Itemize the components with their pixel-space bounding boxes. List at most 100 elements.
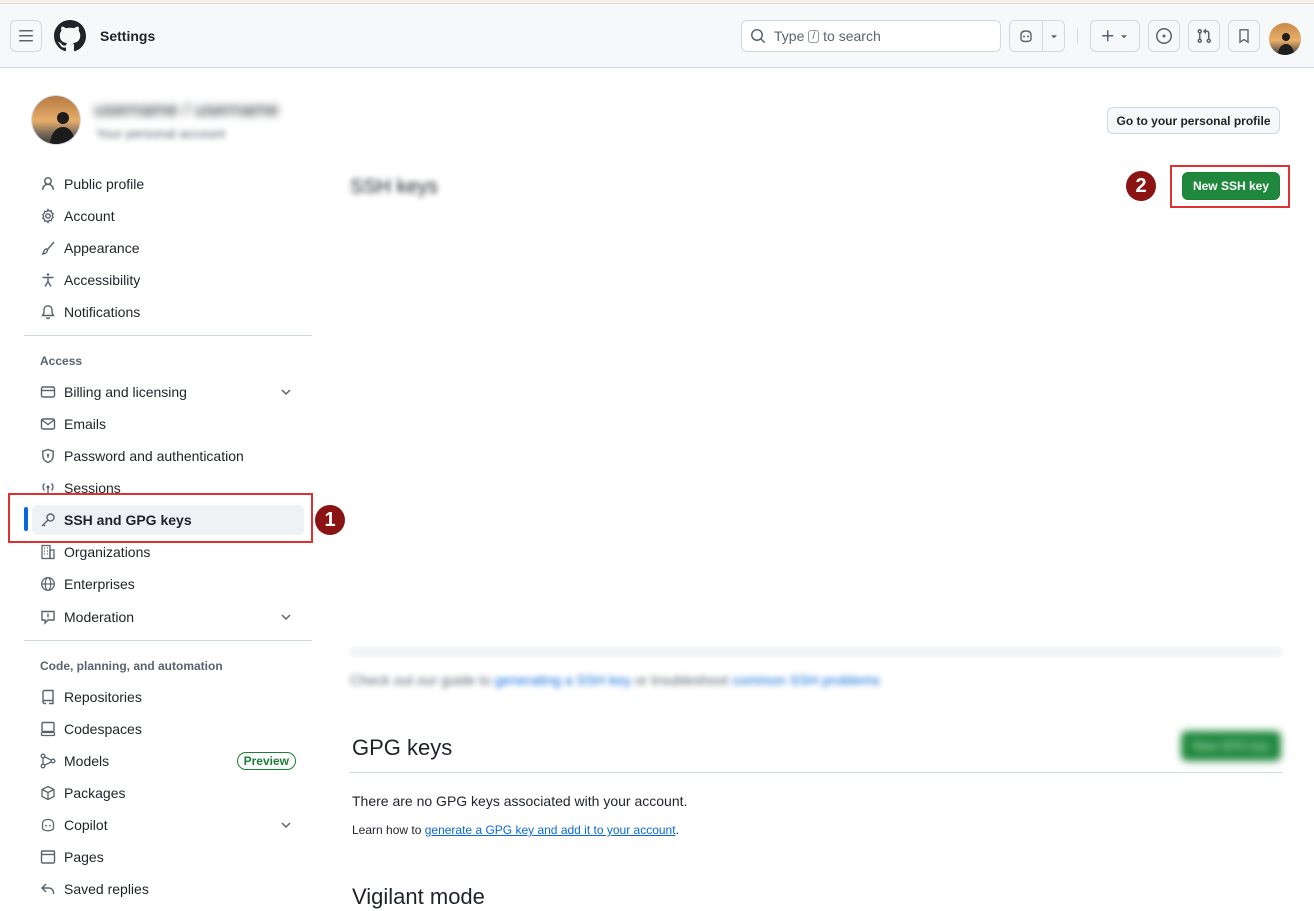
redacted-key-list [350,648,1282,656]
sidebar-item-label: Organizations [64,544,151,560]
sidebar-item-label: Billing and licensing [64,384,187,400]
browser-icon [40,849,56,865]
sidebar-item-label: Accessibility [64,272,141,288]
gpg-divider [350,772,1282,773]
avatar-image [32,96,80,144]
inbox-icon [1239,29,1249,44]
mail-icon [40,416,56,432]
sidebar-item-accessibility[interactable]: Accessibility [32,265,304,295]
copilot-button[interactable] [1009,20,1065,52]
sidebar-item-label: Saved replies [64,881,149,897]
menu-button[interactable] [10,20,42,52]
reply-icon [40,881,56,897]
repo-icon [40,689,56,705]
ssh-guide-link[interactable]: generating a SSH key [495,672,631,688]
copilot-split-divider [1042,21,1043,51]
new-gpg-key-button[interactable]: New GPG key [1181,731,1281,761]
new-ssh-key-button[interactable]: New SSH key [1182,172,1280,200]
section-label-code: Code, planning, and automation [40,659,223,673]
sidebar-item-pages[interactable]: Pages [32,842,304,872]
sidebar-divider [24,335,312,336]
sidebar-item-label: Enterprises [64,576,135,592]
sidebar-item-repositories[interactable]: Repositories [32,682,304,712]
sidebar-item-saved-replies[interactable]: Saved replies [32,874,304,904]
sidebar-divider [24,640,312,641]
vigilant-mode-heading: Vigilant mode [352,884,485,909]
global-header: Settings Type / to search [0,4,1314,68]
chevron-down-icon [281,389,291,396]
annotation-marker-1: 1 [315,505,345,535]
sidebar-item-emails[interactable]: Emails [32,409,304,439]
person-icon [40,176,56,192]
chevron-down-icon [281,614,291,621]
accessibility-icon [40,272,56,288]
ssh-guide-text: Check out our guide to generating a SSH … [350,672,880,688]
sidebar-item-password-authentication[interactable]: Password and authentication [32,441,304,471]
ssh-troubleshoot-link[interactable]: common SSH problems [732,672,880,688]
triangle-down-icon [1121,35,1127,39]
sidebar-item-label: Pages [64,849,104,865]
copilot-icon [40,817,56,833]
account-subtitle: Your personal account [96,126,225,141]
sidebar-item-label: Appearance [64,240,140,256]
pull-requests-button[interactable] [1188,20,1220,52]
issue-opened-icon [1156,28,1172,44]
credit-card-icon [40,384,56,400]
sidebar-item-account[interactable]: Account [32,201,304,231]
annotation-marker-2: 2 [1126,171,1156,201]
sidebar-item-label: Repositories [64,689,142,705]
sidebar-item-label: Moderation [64,609,135,625]
plus-icon [1102,30,1114,42]
create-new-button[interactable] [1090,20,1140,52]
sidebar-item-models[interactable]: Models Preview [32,746,304,776]
account-name: username / username [94,100,279,121]
sidebar-item-packages[interactable]: Packages [32,778,304,808]
sidebar-item-label: Account [64,208,115,224]
avatar-image [1269,23,1301,55]
section-label-access: Access [40,354,83,368]
gpg-learn-text: Learn how to generate a GPG key and add … [352,823,679,837]
shield-lock-icon [40,448,56,464]
search-placeholder-suffix: to search [823,28,881,44]
chevron-down-icon [281,822,291,829]
search-icon [751,29,766,44]
sidebar-item-moderation[interactable]: Moderation [32,602,304,632]
triangle-down-icon[interactable] [1048,29,1060,43]
report-icon [40,609,56,625]
context-title[interactable]: Settings [100,28,155,44]
sidebar-item-copilot[interactable]: Copilot [32,810,304,840]
models-icon [40,753,56,769]
gpg-empty-message: There are no GPG keys associated with yo… [352,793,688,809]
inbox-button[interactable] [1228,20,1260,52]
github-logo-icon[interactable] [54,20,86,52]
sidebar-item-enterprises[interactable]: Enterprises [32,569,304,599]
hamburger-icon [19,30,33,42]
sidebar-item-label: Packages [64,785,126,801]
sidebar-item-public-profile[interactable]: Public profile [32,169,304,199]
search-placeholder-prefix: Type [774,28,805,44]
annotation-box-1 [8,493,313,543]
sidebar-item-appearance[interactable]: Appearance [32,233,304,263]
ssh-guide-prefix: Check out our guide to [350,672,491,688]
header-divider [1077,28,1078,44]
sidebar-item-label: Notifications [64,304,141,320]
search-input[interactable]: Type / to search [741,20,1001,52]
preview-badge: Preview [236,752,296,770]
gpg-keys-heading: GPG keys [352,735,453,760]
go-to-profile-button[interactable]: Go to your personal profile [1107,107,1280,134]
sidebar-item-label: Emails [64,416,107,432]
search-shortcut-key: / [808,29,820,43]
sidebar-item-codespaces[interactable]: Codespaces [32,714,304,744]
sidebar-item-billing[interactable]: Billing and licensing [32,377,304,407]
issues-button[interactable] [1148,20,1180,52]
gpg-learn-link[interactable]: generate a GPG key and add it to your ac… [425,823,676,837]
ssh-keys-heading: SSH keys [350,176,438,198]
gpg-learn-prefix: Learn how to [352,823,422,837]
user-avatar-menu[interactable] [1269,23,1301,55]
sidebar-item-notifications[interactable]: Notifications [32,297,304,327]
sidebar-item-label: Codespaces [64,721,142,737]
ssh-guide-middle: or troubleshoot [634,672,729,688]
sidebar-item-label: Password and authentication [64,448,244,464]
organization-icon [40,544,56,560]
user-avatar [31,95,81,145]
